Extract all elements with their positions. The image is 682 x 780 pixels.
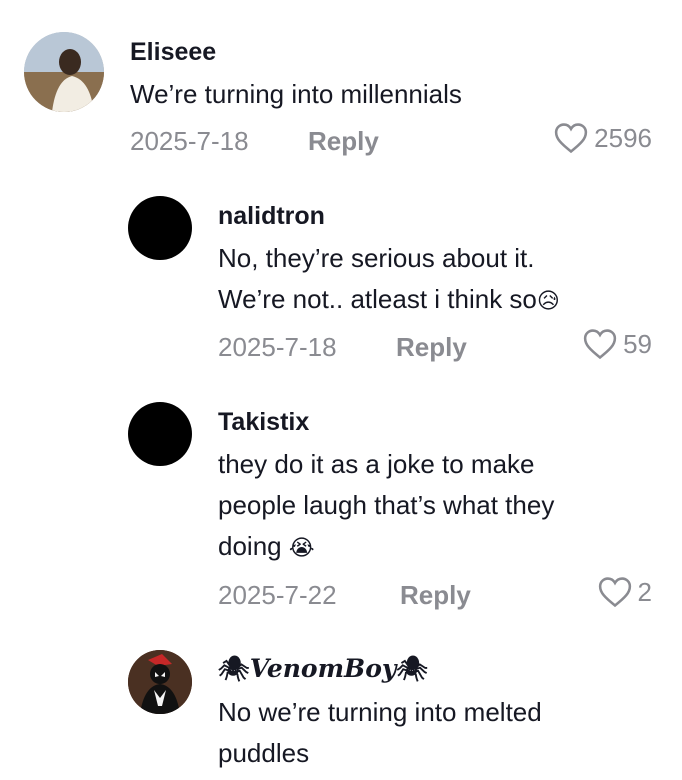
comment-username[interactable]: Eliseee [130, 38, 216, 67]
comment-text-line: puddles [218, 738, 310, 768]
comment-username[interactable]: nalidtron [218, 202, 325, 231]
comment-text: they do it as a joke to make people laug… [218, 444, 554, 569]
avatar[interactable] [24, 32, 104, 112]
comment-text-line: No we’re turning into melted [218, 697, 542, 727]
comment-text-line: We’re not.. atleast i think so😥 [218, 284, 560, 314]
comment-text: We’re turning into millennials [130, 74, 462, 115]
heart-icon [555, 123, 588, 154]
like-count: 2596 [594, 122, 652, 153]
heart-icon [583, 329, 617, 360]
comment-date: 2025-7-18 [130, 126, 249, 156]
comment-text: No we’re turning into melted puddles [218, 692, 542, 774]
comment-text: No, they’re serious about it. We’re not.… [218, 238, 560, 322]
avatar[interactable] [128, 402, 192, 466]
avatar-photo-icon [24, 32, 104, 112]
comment-text-line: people laugh that’s what they [218, 490, 555, 520]
comment-text-line: No, they’re serious about it. [218, 243, 535, 273]
avatar[interactable] [128, 196, 192, 260]
heart-icon [598, 577, 631, 608]
like-button[interactable]: 2 [598, 576, 652, 608]
comment-date: 2025-7-22 [218, 580, 337, 610]
avatar[interactable] [128, 650, 192, 714]
reply-button[interactable]: Reply [396, 332, 467, 363]
spider-icon: 🕷 [218, 654, 250, 683]
venom-avatar-icon [128, 650, 192, 714]
comment-date: 2025-7-18 [218, 332, 337, 362]
comment-username[interactable]: Takistix [218, 408, 309, 437]
comment-text-line: doing 😭 [218, 531, 315, 561]
reply-button[interactable]: Reply [308, 126, 379, 157]
like-count: 59 [623, 328, 652, 359]
comment-text-line: they do it as a joke to make [218, 449, 535, 479]
reply-button[interactable]: Reply [400, 580, 471, 611]
comment-username[interactable]: 🕷VenomBoy🕷 [218, 654, 428, 684]
spider-icon: 🕷 [396, 654, 429, 683]
like-button[interactable]: 2596 [554, 122, 652, 154]
sad-emoji-icon: 😥 [536, 289, 560, 314]
like-button[interactable]: 59 [583, 328, 652, 360]
like-count: 2 [637, 576, 652, 607]
crying-emoji-icon: 😭 [288, 536, 315, 561]
comment-text-line: We’re turning into millennials [130, 79, 462, 109]
